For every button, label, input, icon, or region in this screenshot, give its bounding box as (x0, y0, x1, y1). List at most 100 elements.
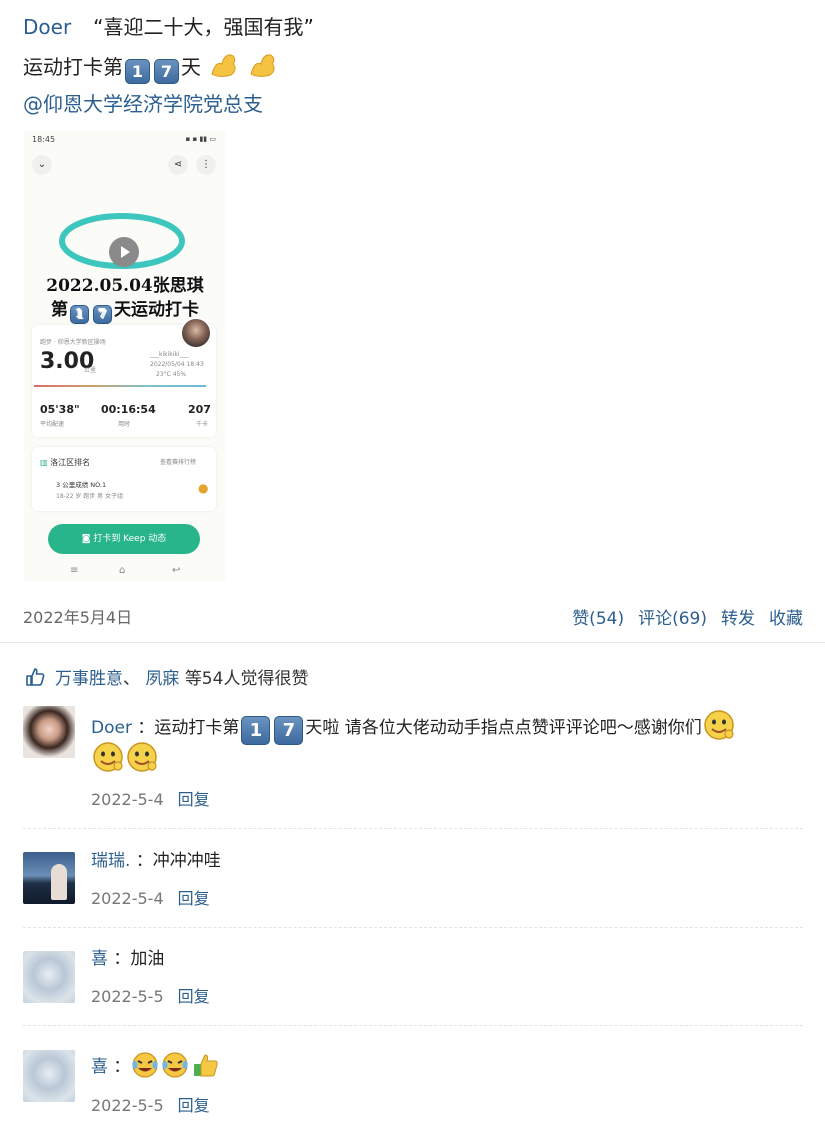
favorite-button[interactable]: 收藏 (769, 609, 803, 629)
rank-card: ▥ 洛江区排名 查看赛排行榜 3 公里成绩 NO.1 18-22 岁 跑步 男 … (32, 447, 216, 511)
post-text-suffix: 天 (181, 55, 201, 79)
share-button[interactable]: 转发 (721, 609, 755, 629)
comment-date: 2022-5-4 (91, 790, 164, 809)
comment-text: ：加油 (113, 949, 165, 969)
section-divider (0, 642, 825, 643)
comment-emoji-line (91, 740, 159, 775)
comment-author-link[interactable]: 喜 (91, 1057, 108, 1077)
comment-divider (23, 828, 803, 829)
keycap-digit-1: 1 (125, 59, 150, 84)
thumbs-up-icon (26, 668, 45, 686)
flexed-biceps-icon (211, 54, 236, 77)
rank-link: 查看赛排行榜 (160, 459, 197, 466)
likes-count-text[interactable]: 等54人 (185, 669, 241, 689)
comment-meta: 2022-5-4 回复 (91, 885, 210, 909)
comment-date: 2022-5-5 (91, 987, 164, 1006)
post-image-thumbnail[interactable]: 18:45 ▪ ▪ ▮▮ ▭ ⌄ ⋖ ⋮ 2022.05.04张思琪 第 1 7 天运… (24, 131, 226, 581)
reply-button[interactable]: 回复 (178, 987, 210, 1006)
comment-author-link[interactable]: 瑞瑞. (91, 851, 130, 871)
post-mention-line: @仰恩大学经济学院党总支 (23, 90, 263, 118)
doge-face-icon (93, 742, 123, 772)
comment-divider (23, 927, 803, 928)
comment-body: 喜 ： (91, 1050, 220, 1082)
comment-body: 瑞瑞. ：冲冲冲哇 (91, 846, 221, 876)
avatar[interactable] (23, 706, 75, 758)
comment-date: 2022-5-4 (91, 889, 164, 908)
run-datetime: 2022/05/04 18:43 (150, 361, 204, 368)
keycap-digit-1: 1 (241, 716, 271, 745)
comment-divider (23, 1025, 803, 1026)
comment-author-link[interactable]: 喜 (91, 949, 108, 969)
run-pace-label: 平均配速 (40, 421, 65, 428)
rank-line1: 3 公里成绩 NO.1 (56, 481, 107, 489)
camera-icon: ◙ (81, 534, 91, 544)
run-weather: 23°C 45% (156, 371, 187, 378)
reply-button[interactable]: 回复 (178, 889, 210, 908)
like-user-link[interactable]: 万事胜意 (55, 669, 123, 689)
run-subtitle: 跑步 · 仰恩大学新区操场 (40, 339, 106, 346)
comment-body: 喜 ：加油 (91, 944, 164, 974)
likes-suffix: 觉得很赞 (240, 669, 309, 689)
reply-button[interactable]: 回复 (178, 1096, 210, 1115)
rank-line2: 18-22 岁 跑步 男 女子组 (56, 493, 124, 500)
likes-summary: 万事胜意、 夙寐 等54人觉得很赞 (25, 664, 308, 689)
avatar-figure (51, 864, 67, 900)
mention-link[interactable]: @仰恩大学经济学院党总支 (23, 92, 263, 116)
thumbs-up-emoji-icon (194, 1054, 219, 1077)
likes-separator: 、 (123, 669, 140, 689)
medal-icon: ● (198, 481, 209, 495)
keep-checkin-button: ◙ 打卡到 Keep 动态 (48, 524, 200, 554)
avatar[interactable] (23, 951, 75, 1003)
like-button[interactable]: 赞(54) (572, 609, 624, 629)
chevron-down-icon: ⌄ (32, 155, 52, 175)
keycap-digit-7: 7 (274, 716, 304, 745)
rank-title-text: 洛江区排名 (50, 458, 91, 467)
phone-status-time: 18:45 (32, 135, 56, 144)
run-duration: 00:16:54 (101, 403, 156, 416)
comment-meta: 2022-5-4 回复 (91, 786, 210, 810)
overlay-prefix: 第 (51, 300, 68, 320)
doge-face-icon (127, 742, 157, 772)
more-icon: ⋮ (196, 155, 216, 175)
nav-home-icon: ⌂ (119, 565, 126, 576)
run-calories-label: 千卡 (196, 421, 209, 428)
run-calories: 207 (188, 403, 211, 416)
keycap-digit-7: 7 (154, 59, 179, 84)
laughing-crying-face-icon (162, 1052, 189, 1078)
post-header: Doer “喜迎二十大，强国有我” (23, 13, 314, 41)
keycap-digit-1: 1 (70, 305, 89, 324)
comment-date: 2022-5-5 (91, 1096, 164, 1115)
phone-status-icons: ▪ ▪ ▮▮ ▭ (185, 135, 216, 143)
comment-meta: 2022-5-5 回复 (91, 1092, 210, 1116)
comment-text-prefix: ：运动打卡第 (137, 718, 240, 738)
laughing-crying-face-icon (132, 1052, 159, 1078)
rank-title: ▥ 洛江区排名 (40, 457, 90, 468)
post-title: “喜迎二十大，强国有我” (93, 15, 314, 39)
comment-author-link[interactable]: Doer (91, 718, 132, 738)
play-icon (109, 237, 139, 267)
overlay-date-name: 2022.05.04张思琪 (46, 276, 204, 296)
run-pace: 05'38" (40, 403, 80, 416)
comment-button[interactable]: 评论(69) (638, 609, 707, 629)
likes-count: 等54人觉得很赞 (185, 669, 309, 689)
avatar[interactable] (23, 1050, 75, 1102)
runner-avatar (180, 317, 212, 349)
nav-back-icon: ↩ (172, 565, 181, 576)
weibo-post-page: Doer “喜迎二十大，强国有我” 运动打卡第 1 7 天 @仰恩大学经济学院党总支 1… (0, 0, 825, 1134)
post-author-link[interactable]: Doer (23, 15, 71, 39)
run-duration-label: 用时 (118, 421, 131, 428)
run-user: ___kikikiki___ (150, 351, 189, 358)
reply-button[interactable]: 回复 (178, 790, 210, 809)
keep-button-label: 打卡到 Keep 动态 (93, 534, 167, 544)
share-icon: ⋖ (168, 155, 188, 175)
avatar[interactable] (23, 852, 75, 904)
like-user-link[interactable]: 夙寐 (145, 669, 179, 689)
doge-face-icon (704, 710, 734, 740)
pace-gradient-bar (34, 385, 206, 387)
comment-text: ： (113, 1057, 131, 1077)
rank-chart-icon: ▥ (40, 458, 48, 467)
comment-text: ：冲冲冲哇 (135, 851, 221, 871)
comment-body: Doer ：运动打卡第 1 7 天啦 请各位大佬动动手指点点赞评评论吧～感谢你们 (91, 708, 736, 745)
post-text-line: 运动打卡第 1 7 天 (23, 52, 278, 84)
comment-text: 天啦 请各位大佬动动手指点点赞评评论吧～感谢你们 (305, 718, 702, 738)
